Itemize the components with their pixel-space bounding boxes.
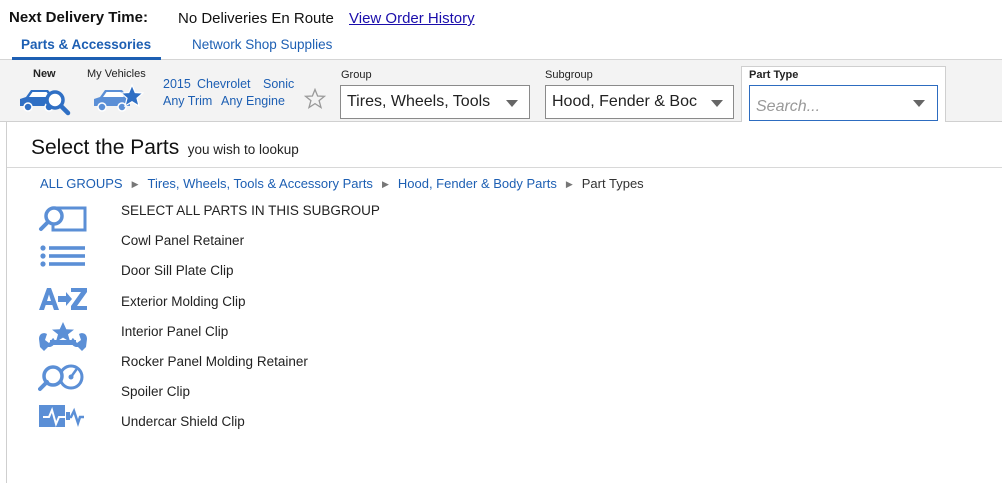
select-all-parts-link[interactable]: SELECT ALL PARTS IN THIS SUBGROUP	[121, 203, 380, 218]
list-icon[interactable]	[38, 245, 88, 271]
part-item-rocker-panel-molding-retainer[interactable]: Rocker Panel Molding Retainer	[121, 354, 308, 369]
main-tabs: Parts & Accessories Network Shop Supplie…	[0, 34, 1002, 60]
title-divider	[7, 167, 1002, 168]
view-order-history-link[interactable]: View Order History	[349, 10, 475, 27]
wrench-star-icon[interactable]	[38, 322, 88, 351]
breadcrumb: ALL GROUPS ▶ Tires, Wheels, Tools & Access…	[40, 176, 644, 191]
part-item-interior-panel-clip[interactable]: Interior Panel Clip	[121, 324, 228, 339]
new-vehicle-search-icon[interactable]	[17, 82, 71, 121]
breadcrumb-separator: ▶	[131, 179, 139, 189]
subgroup-label: Subgroup	[545, 69, 593, 81]
favorite-star-icon[interactable]	[303, 87, 327, 115]
vehicle-model[interactable]: Sonic	[263, 77, 294, 91]
part-item-cowl-panel-retainer[interactable]: Cowl Panel Retainer	[121, 233, 244, 248]
tab-network-shop-supplies[interactable]: Network Shop Supplies	[192, 37, 332, 52]
part-item-spoiler-clip[interactable]: Spoiler Clip	[121, 384, 190, 399]
page-title: Select the Parts you wish to lookup	[31, 136, 299, 160]
tab-parts-accessories[interactable]: Parts & Accessories	[21, 37, 151, 52]
page-subtitle: you wish to lookup	[187, 142, 299, 157]
vehicle-trim[interactable]: Any Trim	[163, 94, 212, 108]
breadcrumb-all-groups[interactable]: ALL GROUPS	[40, 176, 123, 191]
breadcrumb-current: Part Types	[581, 176, 644, 191]
group-select-value: Tires, Wheels, Tools	[347, 93, 491, 110]
breadcrumb-subgroup[interactable]: Hood, Fender & Body Parts	[398, 176, 557, 191]
vehicle-year[interactable]: 2015	[163, 77, 191, 91]
vehicle-engine[interactable]: Any Engine	[221, 94, 285, 108]
part-item-door-sill-plate-clip[interactable]: Door Sill Plate Clip	[121, 263, 234, 278]
search-panel-icon[interactable]	[38, 204, 88, 232]
breadcrumb-separator: ▶	[381, 179, 389, 189]
next-delivery-value: No Deliveries En Route	[178, 10, 334, 27]
group-label: Group	[341, 69, 372, 81]
my-vehicles-label: My Vehicles	[87, 68, 146, 80]
page-title-text: Select the Parts	[31, 136, 180, 159]
part-item-undercar-shield-clip[interactable]: Undercar Shield Clip	[121, 414, 245, 429]
breadcrumb-group[interactable]: Tires, Wheels, Tools & Accessory Parts	[148, 176, 373, 191]
chevron-down-icon	[506, 100, 518, 107]
chevron-down-icon[interactable]	[913, 100, 925, 107]
part-type-label: Part Type	[749, 69, 799, 81]
subgroup-select-value: Hood, Fender & Boc	[552, 93, 697, 110]
my-vehicles-star-icon[interactable]	[92, 82, 145, 121]
search-gauge-icon[interactable]	[38, 364, 88, 391]
next-delivery-label: Next Delivery Time:	[9, 9, 148, 26]
new-vehicle-label: New	[33, 68, 56, 80]
chevron-down-icon	[711, 100, 723, 107]
breadcrumb-separator: ▶	[565, 179, 573, 189]
vehicle-make[interactable]: Chevrolet	[197, 77, 251, 91]
group-select[interactable]: Tires, Wheels, Tools	[340, 85, 530, 119]
subgroup-select[interactable]: Hood, Fender & Boc	[545, 85, 734, 119]
part-item-exterior-molding-clip[interactable]: Exterior Molding Clip	[121, 294, 246, 309]
delivery-bar: Next Delivery Time: No Deliveries En Rou…	[0, 0, 1002, 36]
battery-pulse-icon[interactable]	[38, 404, 88, 430]
part-type-search-input[interactable]	[749, 85, 938, 121]
vehicle-filter-bar: New My Vehicles 2015 Chevrolet Sonic Any…	[0, 60, 1002, 124]
a-to-z-icon[interactable]	[38, 287, 88, 313]
